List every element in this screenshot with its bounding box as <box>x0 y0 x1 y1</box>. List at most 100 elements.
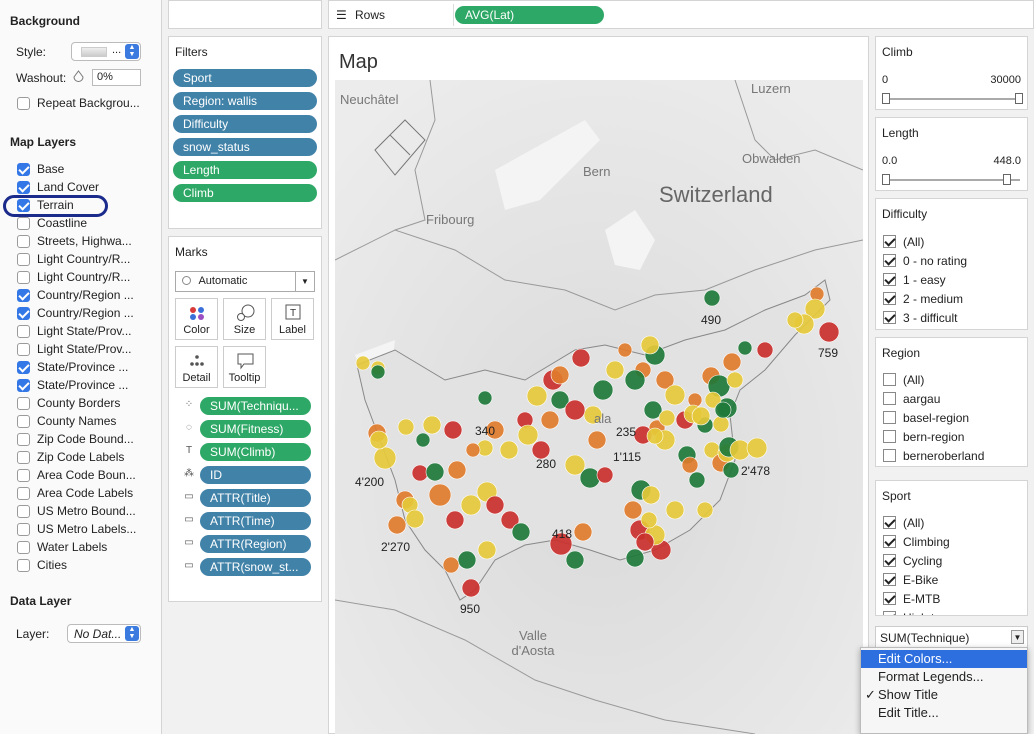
map-point[interactable] <box>703 289 721 307</box>
checkbox[interactable] <box>17 180 30 194</box>
marks-field-pill[interactable]: ATTR(Title) <box>200 489 311 507</box>
map-point[interactable] <box>373 446 397 470</box>
map-layer-item[interactable]: US Metro Labels... <box>17 520 139 538</box>
map-layer-item[interactable]: Cities <box>17 556 139 574</box>
checkbox[interactable] <box>17 270 30 284</box>
map-layer-item[interactable]: Light Country/R... <box>17 268 139 286</box>
map-point[interactable] <box>687 392 703 408</box>
checkbox[interactable] <box>17 558 30 572</box>
map-layer-item[interactable]: Country/Region ... <box>17 304 139 322</box>
map-point[interactable] <box>485 495 505 515</box>
map-point[interactable] <box>573 522 593 542</box>
map-point[interactable] <box>415 432 431 448</box>
checkbox[interactable] <box>883 430 896 443</box>
filter-option[interactable]: 0 - no rating <box>883 251 967 270</box>
map-point[interactable] <box>405 509 425 529</box>
map-point[interactable] <box>623 500 643 520</box>
chevron-down-icon[interactable]: ▼ <box>1011 630 1024 644</box>
map-point[interactable] <box>635 532 655 552</box>
checkbox[interactable] <box>17 468 30 482</box>
checkbox[interactable] <box>883 611 896 615</box>
marks-field-pill[interactable]: SUM(Techniqu... <box>200 397 311 415</box>
map-point[interactable] <box>461 578 481 598</box>
map-point[interactable] <box>641 485 661 505</box>
filter-option[interactable]: High tour <box>883 608 952 615</box>
map-point[interactable] <box>617 342 633 358</box>
filter-pill[interactable]: snow_status <box>173 138 317 156</box>
map-layer-item[interactable]: Light Country/R... <box>17 250 139 268</box>
checkbox[interactable] <box>883 273 896 286</box>
filter-pill[interactable]: Length <box>173 161 317 179</box>
map-point[interactable] <box>625 548 645 568</box>
marks-field-pill[interactable]: ATTR(Region) <box>200 535 311 553</box>
filter-pill[interactable]: Sport <box>173 69 317 87</box>
menu-item[interactable]: ✓ Show Title <box>861 686 1027 704</box>
map-point[interactable] <box>445 510 465 530</box>
checkbox[interactable] <box>17 522 30 536</box>
map-layer-item[interactable]: Light State/Prov... <box>17 322 139 340</box>
map-point[interactable] <box>422 415 442 435</box>
map-layer-item[interactable]: State/Province ... <box>17 358 139 376</box>
checkbox[interactable] <box>17 288 30 302</box>
checkbox[interactable] <box>883 592 896 605</box>
map-layer-item[interactable]: Land Cover <box>17 178 139 196</box>
checkbox[interactable] <box>883 254 896 267</box>
filter-option[interactable]: 1 - easy <box>883 270 946 289</box>
filter-option[interactable]: Cycling <box>883 551 942 570</box>
map-point[interactable] <box>465 442 481 458</box>
menu-item[interactable]: Edit Colors... <box>861 650 1027 668</box>
map-point[interactable] <box>517 424 539 446</box>
map-point[interactable] <box>624 369 646 391</box>
map-point[interactable] <box>786 311 804 329</box>
checkbox[interactable] <box>17 540 30 554</box>
map-point[interactable] <box>499 440 519 460</box>
map-layer-item[interactable]: County Borders <box>17 394 139 412</box>
marks-detail-button[interactable]: Detail <box>175 346 218 388</box>
marks-field-pill[interactable]: ID <box>200 466 311 484</box>
checkbox[interactable] <box>883 292 896 305</box>
map-point[interactable] <box>587 430 607 450</box>
marks-field-pill[interactable]: SUM(Climb) <box>200 443 311 461</box>
map-point[interactable] <box>387 515 407 535</box>
filter-option[interactable]: E-MTB <box>883 589 940 608</box>
filter-option[interactable]: (All) <box>883 232 924 251</box>
filter-option[interactable]: bern-region <box>883 427 964 446</box>
map-point[interactable] <box>640 511 658 529</box>
map-point[interactable] <box>447 460 467 480</box>
checkbox[interactable] <box>17 342 30 356</box>
map-point[interactable] <box>658 409 676 427</box>
map-point[interactable] <box>511 522 531 542</box>
filter-option[interactable]: E-Bike <box>883 570 938 589</box>
map-point[interactable] <box>442 556 460 574</box>
checkbox[interactable] <box>883 411 896 424</box>
climb-slider-min-thumb[interactable] <box>882 93 890 104</box>
map-layer-item[interactable]: Area Code Boun... <box>17 466 139 484</box>
filter-option[interactable]: berneroberland <box>883 446 984 465</box>
map-layer-item[interactable]: Streets, Highwa... <box>17 232 139 250</box>
filter-option[interactable]: 3 - difficult <box>883 308 957 327</box>
map-point[interactable] <box>722 461 740 479</box>
checkbox[interactable] <box>17 306 30 320</box>
marks-field-pill[interactable]: ATTR(snow_st... <box>200 558 311 576</box>
checkbox[interactable] <box>883 573 896 586</box>
checkbox[interactable] <box>17 96 30 110</box>
menu-item[interactable]: Format Legends... <box>861 668 1027 686</box>
mark-type-select[interactable]: Automatic ▼ <box>175 271 315 292</box>
checkbox[interactable] <box>17 162 30 176</box>
checkbox[interactable] <box>17 324 30 338</box>
map-point[interactable] <box>477 390 493 406</box>
map-point[interactable] <box>818 321 840 343</box>
map-layer-item[interactable]: County Names <box>17 412 139 430</box>
rows-shelf[interactable] <box>328 0 1034 29</box>
length-slider-track[interactable] <box>886 179 1020 181</box>
map-point[interactable] <box>571 348 591 368</box>
map-point[interactable] <box>540 410 560 430</box>
filter-option[interactable]: aargau <box>883 389 940 408</box>
checkbox[interactable] <box>17 486 30 500</box>
repeat-background-checkbox[interactable]: Repeat Backgrou... <box>17 94 139 112</box>
checkbox[interactable] <box>17 360 30 374</box>
filter-option[interactable]: basel-region <box>883 408 969 427</box>
style-select[interactable]: ... ▲ ▼ <box>71 42 141 61</box>
marks-label-button[interactable]: T Label <box>271 298 314 340</box>
map-point[interactable] <box>605 360 625 380</box>
